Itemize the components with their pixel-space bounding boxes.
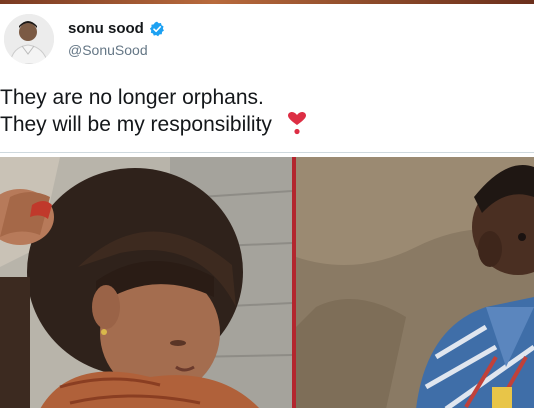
verified-badge-icon: [149, 21, 165, 37]
user-handle[interactable]: @SonuSood: [68, 42, 148, 58]
avatar-image: [4, 14, 54, 64]
tweet-header: sonu sood @SonuSood: [0, 12, 534, 72]
top-image-edge: [0, 0, 534, 4]
heart-exclamation-icon: [286, 111, 308, 135]
display-name[interactable]: sonu sood: [68, 20, 144, 37]
boy-photo[interactable]: [296, 157, 534, 408]
tweet-text-line-content: They will be my responsibility: [0, 113, 272, 136]
name-row: sonu sood: [68, 20, 165, 37]
boy-photo-image: [296, 157, 534, 408]
girl-photo[interactable]: [0, 157, 292, 408]
tweet-text-line: They are no longer orphans.: [0, 86, 264, 109]
tweet-text-line: They will be my responsibility: [0, 111, 534, 138]
avatar[interactable]: [4, 14, 54, 64]
girl-photo-image: [0, 157, 292, 408]
tweet-text: They are no longer orphans. They will be…: [0, 84, 534, 138]
tweet-card: sonu sood @SonuSood They are no longer o…: [0, 0, 534, 408]
tweet-media[interactable]: [0, 152, 534, 408]
